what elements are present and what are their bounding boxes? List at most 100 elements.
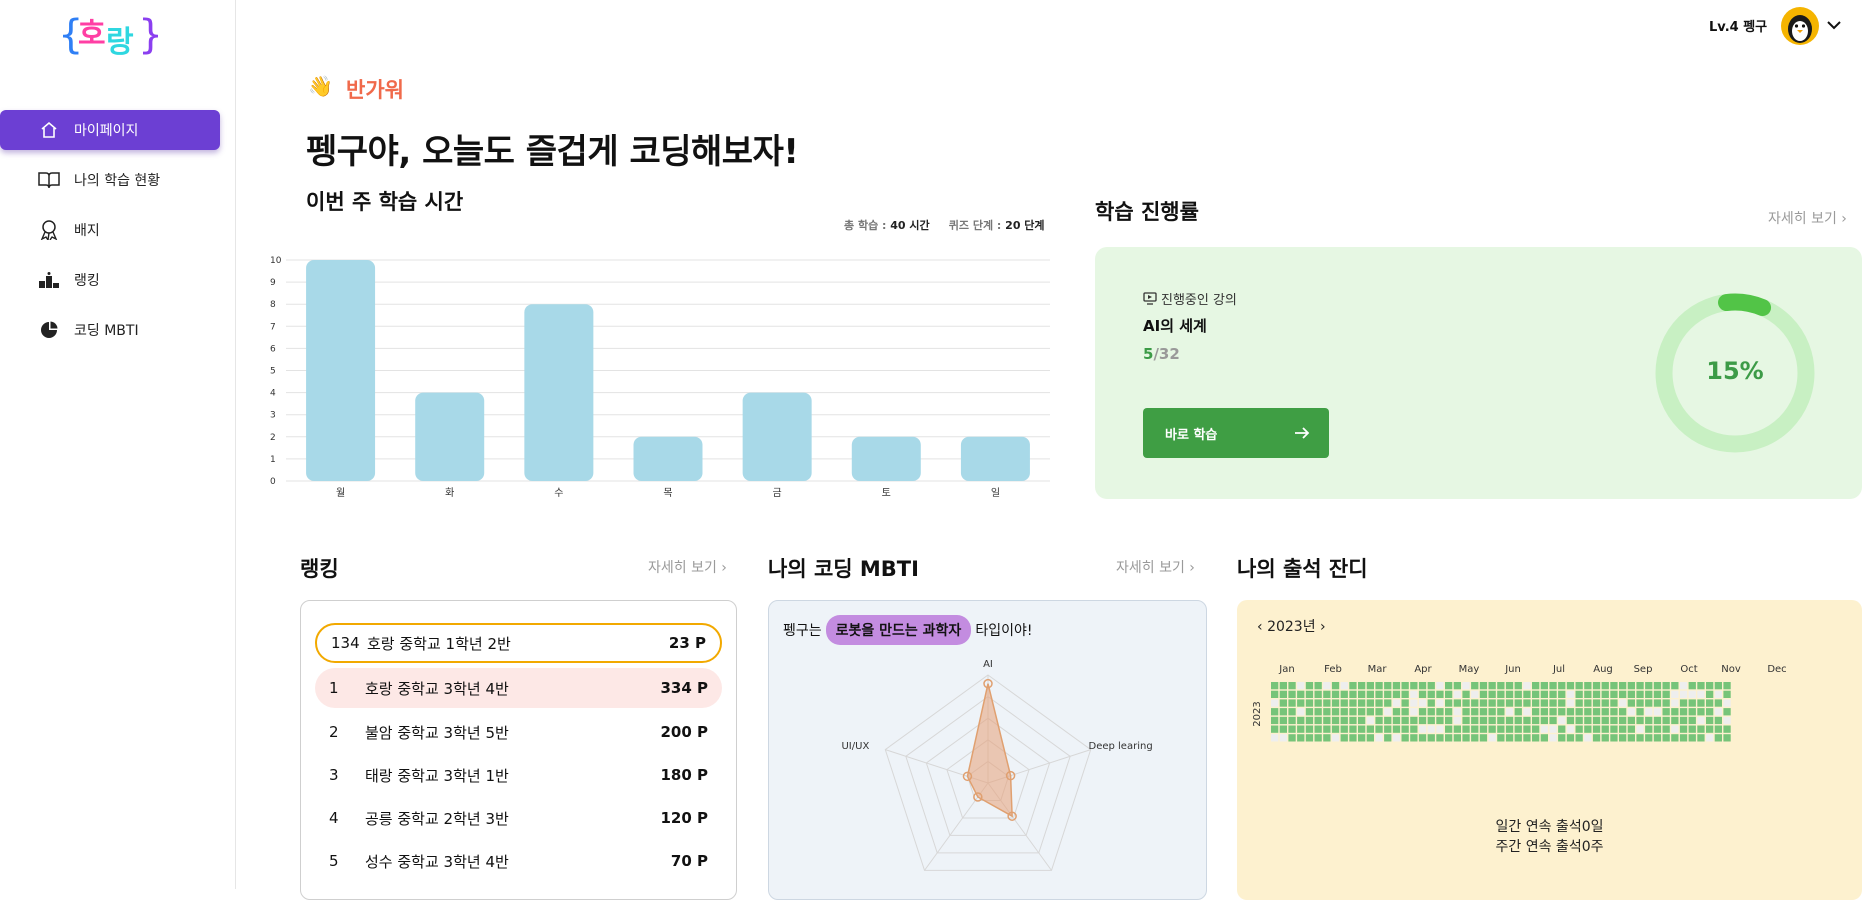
attendance-cell	[1349, 716, 1357, 725]
rank-school: 공릉 중학교 2학년 3반	[365, 809, 509, 828]
attendance-cell	[1532, 682, 1540, 690]
attendance-cell	[1549, 690, 1557, 698]
bar	[306, 260, 376, 481]
attendance-cell	[1714, 682, 1722, 690]
attendance-cell	[1288, 725, 1296, 733]
start-study-button[interactable]: 바로 학습	[1143, 408, 1329, 458]
attendance-cell	[1297, 708, 1305, 716]
attendance-cell	[1392, 734, 1401, 742]
attendance-cell	[1627, 690, 1635, 698]
ranking-row[interactable]: 4 공릉 중학교 2학년 3반 120 P	[315, 798, 722, 838]
attendance-cell	[1392, 682, 1401, 690]
attendance-cell	[1314, 708, 1322, 716]
y-tick-label: 5	[270, 367, 276, 377]
month-label: May	[1459, 664, 1480, 675]
attendance-cell	[1331, 682, 1340, 690]
attendance-cell	[1418, 725, 1427, 733]
attendance-cell	[1349, 708, 1357, 716]
attendance-cell	[1619, 708, 1627, 716]
attendance-cell	[1297, 716, 1305, 725]
progress-more-link[interactable]: 자세히 보기 ›	[1768, 208, 1847, 228]
attendance-cell	[1592, 682, 1601, 690]
attendance-cell	[1714, 699, 1722, 707]
attendance-cell	[1558, 682, 1566, 690]
attendance-cell	[1540, 699, 1548, 707]
attendance-cell	[1479, 734, 1488, 742]
attendance-cell	[1384, 699, 1392, 707]
ranking-row-my-class[interactable]: 134 호랑 중학교 1학년 2반 23 P	[315, 623, 722, 663]
attendance-cell	[1592, 690, 1601, 698]
attendance-cell	[1340, 734, 1348, 742]
total-study-label: 총 학습 :	[844, 219, 891, 232]
start-study-label: 바로 학습	[1165, 427, 1218, 443]
attendance-cell	[1418, 682, 1427, 690]
attendance-cell	[1271, 734, 1279, 742]
attendance-cell	[1619, 690, 1627, 698]
attendance-cell	[1697, 708, 1705, 716]
sidebar-item-mypage[interactable]: 마이페이지	[0, 110, 220, 150]
attendance-cell	[1279, 708, 1287, 716]
prev-year-icon[interactable]: ‹	[1257, 619, 1263, 635]
attendance-cell	[1514, 690, 1522, 698]
ranking-row[interactable]: 2 불암 중학교 3학년 5반 200 P	[315, 712, 722, 752]
attendance-cell	[1384, 708, 1392, 716]
month-label: Feb	[1324, 664, 1342, 675]
sidebar-item-study-status[interactable]: 나의 학습 현황	[0, 160, 220, 200]
attendance-cell	[1323, 716, 1331, 725]
sidebar: { 호 랑 } 마이페이지 나의 학습 현황 배지 랭킹 코딩 MBTI	[0, 0, 236, 889]
ranking-row[interactable]: 5 성수 중학교 3학년 4반 70 P	[315, 841, 722, 881]
attendance-cell	[1427, 716, 1435, 725]
attendance-cell	[1331, 699, 1340, 707]
attendance-cell	[1505, 699, 1514, 707]
attendance-cell	[1427, 690, 1435, 698]
book-icon	[38, 169, 60, 191]
attendance-cell	[1549, 682, 1557, 690]
attendance-cell	[1619, 725, 1627, 733]
attendance-cell	[1688, 699, 1696, 707]
attendance-cell	[1653, 734, 1662, 742]
attendance-cell	[1688, 734, 1696, 742]
attendance-cell	[1540, 734, 1548, 742]
attendance-cell	[1479, 699, 1488, 707]
mbti-more-link[interactable]: 자세히 보기 ›	[1116, 557, 1195, 577]
attendance-cell	[1653, 716, 1662, 725]
rank-number: 3	[329, 766, 339, 784]
logo[interactable]: { 호 랑 }	[58, 6, 158, 60]
ranking-more-link[interactable]: 자세히 보기 ›	[648, 557, 727, 577]
ranking-row[interactable]: 3 태랑 중학교 3학년 1반 180 P	[315, 755, 722, 795]
sidebar-item-ranking[interactable]: 랭킹	[0, 260, 220, 300]
attendance-cell	[1349, 734, 1357, 742]
sidebar-item-coding-mbti[interactable]: 코딩 MBTI	[0, 310, 220, 350]
attendance-cell	[1445, 708, 1453, 716]
attendance-cell	[1619, 734, 1627, 742]
avatar[interactable]	[1781, 7, 1819, 45]
attendance-cell	[1436, 708, 1444, 716]
attendance-cell	[1645, 708, 1653, 716]
rank-school: 성수 중학교 3학년 4반	[365, 852, 509, 871]
ranking-row[interactable]: 1 호랑 중학교 3학년 4반 334 P	[315, 668, 722, 708]
attendance-cell	[1314, 682, 1322, 690]
attendance-cell	[1645, 716, 1653, 725]
attendance-cell	[1679, 725, 1688, 733]
attendance-cell	[1697, 699, 1705, 707]
attendance-cell	[1601, 708, 1609, 716]
attendance-cell	[1358, 682, 1366, 690]
chevron-down-icon[interactable]	[1826, 18, 1842, 32]
rank-points: 180 P	[660, 766, 708, 784]
attendance-cell	[1671, 682, 1679, 690]
svg-text:}: }	[138, 12, 158, 58]
attendance-cell	[1497, 734, 1505, 742]
attendance-cell	[1523, 708, 1531, 716]
attendance-cell	[1575, 734, 1583, 742]
sidebar-item-badge[interactable]: 배지	[0, 210, 220, 250]
attendance-cell	[1401, 734, 1409, 742]
attendance-cell	[1505, 716, 1514, 725]
rank-number: 1	[329, 679, 339, 697]
attendance-cell	[1271, 725, 1279, 733]
attendance-cell	[1340, 690, 1348, 698]
attendance-cell	[1671, 708, 1679, 716]
next-year-icon[interactable]: ›	[1320, 619, 1326, 635]
attendance-cell	[1714, 725, 1722, 733]
attendance-cell	[1331, 734, 1340, 742]
x-tick-label: 화	[445, 487, 454, 499]
